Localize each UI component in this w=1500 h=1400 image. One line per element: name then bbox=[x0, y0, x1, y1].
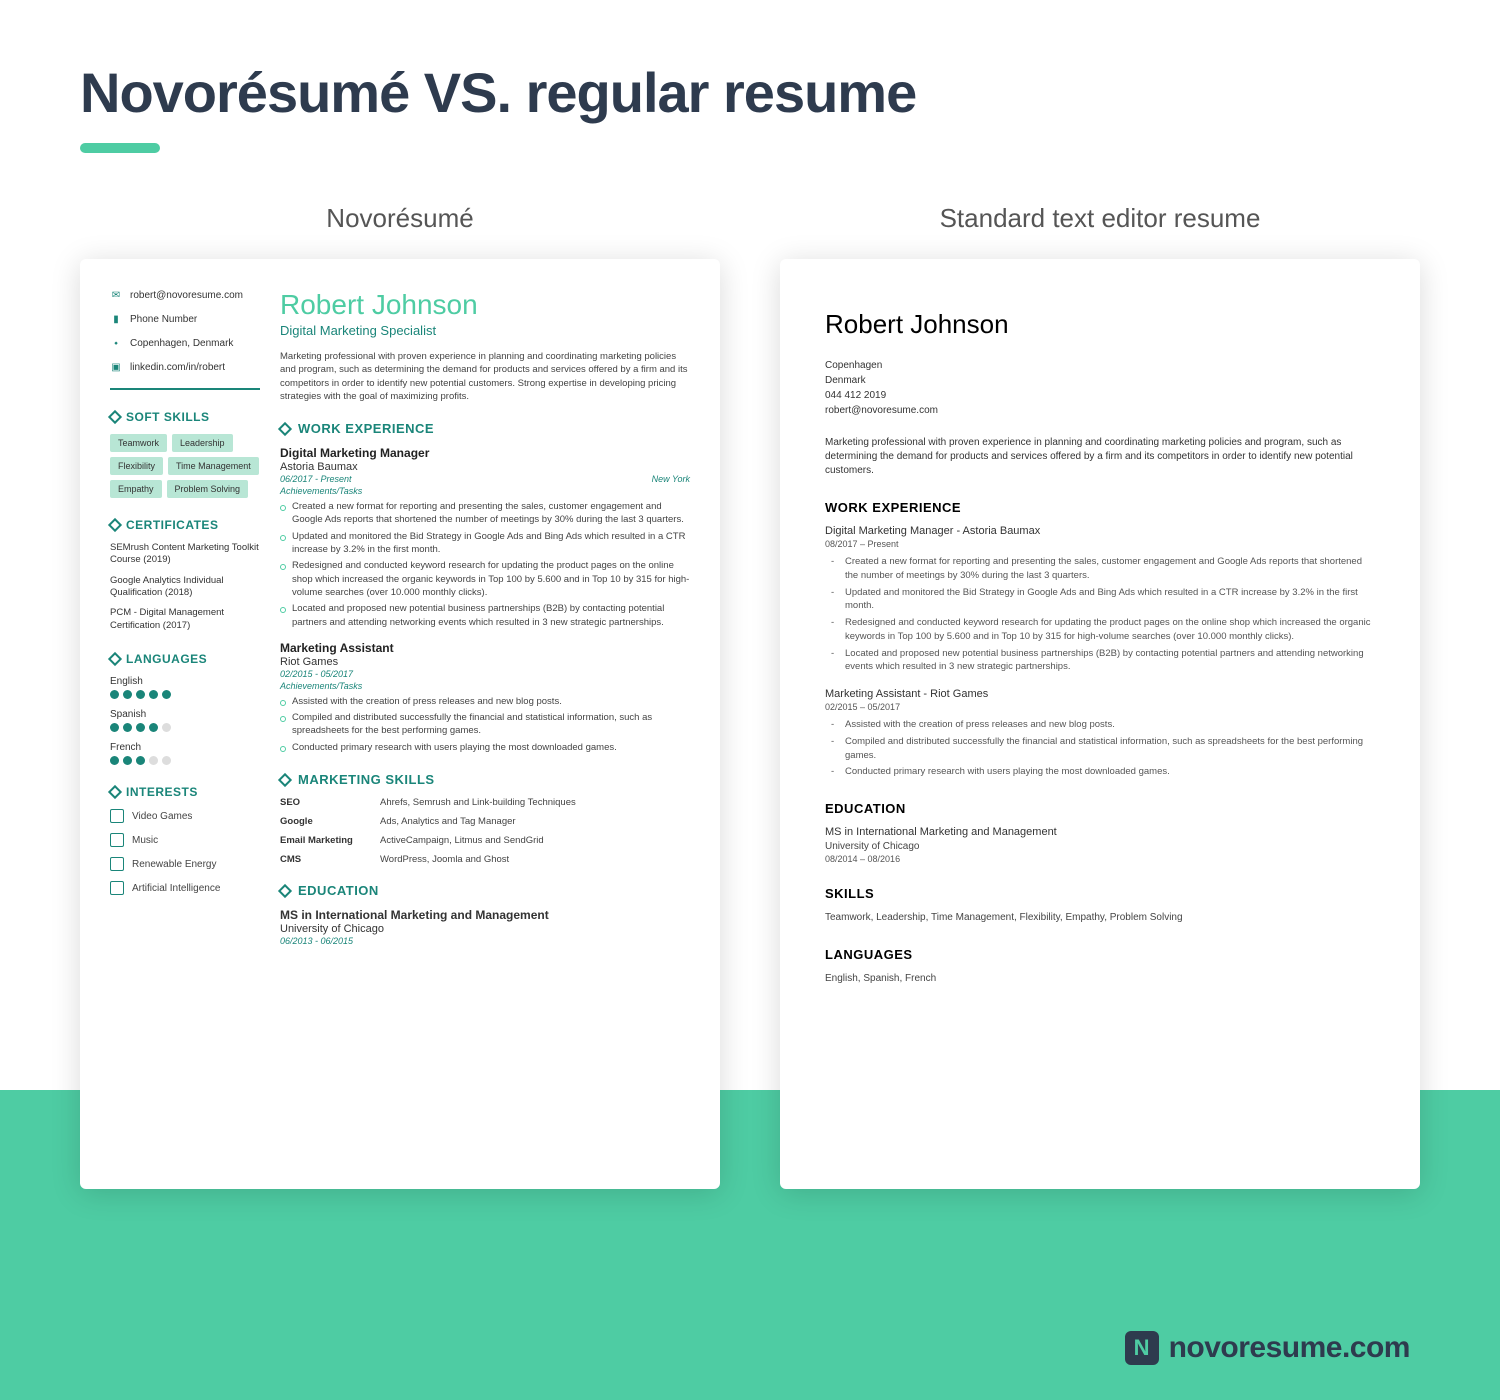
certificates-header: CERTIFICATES bbox=[110, 518, 260, 532]
skill-tag: Leadership bbox=[172, 434, 233, 452]
skill-tag: Time Management bbox=[168, 457, 259, 475]
std-bullets-2: Assisted with the creation of press rele… bbox=[825, 718, 1375, 779]
resume-role: Digital Marketing Specialist bbox=[280, 323, 690, 338]
novo-resume-card: ✉robert@novoresume.com ▮Phone Number ⬩Co… bbox=[80, 259, 720, 1189]
diamond-icon bbox=[108, 785, 122, 799]
std-summary: Marketing professional with proven exper… bbox=[825, 436, 1375, 478]
interest-item: Renewable Energy bbox=[110, 857, 260, 871]
std-lang-header: LANGUAGES bbox=[825, 947, 1375, 962]
diamond-icon bbox=[278, 422, 292, 436]
comparison-columns: Novorésumé ✉robert@novoresume.com ▮Phone… bbox=[80, 203, 1420, 1189]
diamond-icon bbox=[278, 772, 292, 786]
std-work-header: WORK EXPERIENCE bbox=[825, 500, 1375, 515]
std-column: Standard text editor resume Robert Johns… bbox=[780, 203, 1420, 1189]
std-contact: Copenhagen Denmark 044 412 2019 robert@n… bbox=[825, 358, 1375, 418]
cert-item: Google Analytics Individual Qualificatio… bbox=[110, 575, 260, 600]
novo-main: Robert Johnson Digital Marketing Special… bbox=[280, 289, 690, 946]
resume-name: Robert Johnson bbox=[280, 289, 690, 321]
lang-item: French bbox=[110, 742, 260, 765]
interest-icon bbox=[110, 809, 124, 823]
contact-linkedin: ▣linkedin.com/in/robert bbox=[110, 361, 260, 373]
soft-skills-tags: Teamwork Leadership Flexibility Time Manage… bbox=[110, 434, 260, 498]
linkedin-icon: ▣ bbox=[110, 361, 122, 373]
lang-item: English bbox=[110, 676, 260, 699]
interest-item: Music bbox=[110, 833, 260, 847]
novo-label: Novorésumé bbox=[80, 203, 720, 234]
contact-phone: ▮Phone Number bbox=[110, 313, 260, 325]
std-skills: Teamwork, Leadership, Time Management, F… bbox=[825, 911, 1375, 925]
logo-text: novoresume.com bbox=[1169, 1331, 1410, 1365]
skill-row: CMSWordPress, Joomla and Ghost bbox=[280, 854, 690, 865]
std-resume-card: Robert Johnson Copenhagen Denmark 044 41… bbox=[780, 259, 1420, 1189]
std-name: Robert Johnson bbox=[825, 309, 1375, 340]
logo-icon: N bbox=[1125, 1331, 1159, 1365]
footer-logo: N novoresume.com bbox=[1125, 1331, 1410, 1365]
contact-email: ✉robert@novoresume.com bbox=[110, 289, 260, 301]
interest-icon bbox=[110, 857, 124, 871]
std-edu-date: 08/2014 – 08/2016 bbox=[825, 854, 1375, 864]
std-label: Standard text editor resume bbox=[780, 203, 1420, 234]
edu-school: University of Chicago bbox=[280, 923, 690, 935]
mail-icon: ✉ bbox=[110, 289, 122, 301]
std-job1: Digital Marketing Manager - Astoria Baum… bbox=[825, 525, 1375, 537]
std-job2: Marketing Assistant - Riot Games bbox=[825, 688, 1375, 700]
languages-header: LANGUAGES bbox=[110, 652, 260, 666]
job-block: Digital Marketing ManagerAstoria Baumax0… bbox=[280, 446, 690, 629]
std-edu-school: University of Chicago bbox=[825, 840, 1375, 854]
mkt-skills-header: MARKETING SKILLS bbox=[280, 772, 690, 787]
skill-tag: Flexibility bbox=[110, 457, 163, 475]
diamond-icon bbox=[278, 883, 292, 897]
skill-tag: Teamwork bbox=[110, 434, 167, 452]
resume-summary: Marketing professional with proven exper… bbox=[280, 350, 690, 403]
job-block: Marketing AssistantRiot Games02/2015 - 0… bbox=[280, 641, 690, 754]
experience-list: Digital Marketing ManagerAstoria Baumax0… bbox=[280, 446, 690, 754]
std-langs: English, Spanish, French bbox=[825, 972, 1375, 986]
lang-item: Spanish bbox=[110, 709, 260, 732]
work-exp-header: WORK EXPERIENCE bbox=[280, 421, 690, 436]
main-container: Novorésumé VS. regular resume Novorésumé… bbox=[0, 0, 1500, 1229]
std-date2: 02/2015 – 05/2017 bbox=[825, 702, 1375, 712]
novo-sidebar: ✉robert@novoresume.com ▮Phone Number ⬩Co… bbox=[110, 289, 260, 946]
novo-column: Novorésumé ✉robert@novoresume.com ▮Phone… bbox=[80, 203, 720, 1189]
certificates-list: SEMrush Content Marketing Toolkit Course… bbox=[110, 542, 260, 632]
pin-icon: ⬩ bbox=[110, 337, 122, 349]
edu-dates: 06/2013 - 06/2015 bbox=[280, 936, 690, 946]
interest-icon bbox=[110, 881, 124, 895]
contact-location: ⬩Copenhagen, Denmark bbox=[110, 337, 260, 349]
interest-icon bbox=[110, 833, 124, 847]
skill-row: GoogleAds, Analytics and Tag Manager bbox=[280, 816, 690, 827]
cert-item: SEMrush Content Marketing Toolkit Course… bbox=[110, 542, 260, 567]
soft-skills-header: SOFT SKILLS bbox=[110, 410, 260, 424]
std-bullets-1: Created a new format for reporting and p… bbox=[825, 555, 1375, 674]
languages-list: English Spanish French bbox=[110, 676, 260, 765]
skill-tag: Problem Solving bbox=[167, 480, 249, 498]
std-skills-header: SKILLS bbox=[825, 886, 1375, 901]
skill-row: Email MarketingActiveCampaign, Litmus an… bbox=[280, 835, 690, 846]
mkt-skills-list: SEOAhrefs, Semrush and Link-building Tec… bbox=[280, 797, 690, 865]
interests-list: Video Games Music Renewable Energy Artifici… bbox=[110, 809, 260, 895]
interest-item: Video Games bbox=[110, 809, 260, 823]
accent-bar bbox=[80, 143, 160, 153]
interest-item: Artificial Intelligence bbox=[110, 881, 260, 895]
education-header: EDUCATION bbox=[280, 883, 690, 898]
diamond-icon bbox=[108, 652, 122, 666]
edu-degree: MS in International Marketing and Manage… bbox=[280, 908, 690, 922]
std-edu-header: EDUCATION bbox=[825, 801, 1375, 816]
skill-tag: Empathy bbox=[110, 480, 162, 498]
interests-header: INTERESTS bbox=[110, 785, 260, 799]
divider bbox=[110, 388, 260, 390]
skill-row: SEOAhrefs, Semrush and Link-building Tec… bbox=[280, 797, 690, 808]
std-edu-degree: MS in International Marketing and Manage… bbox=[825, 826, 1375, 838]
phone-icon: ▮ bbox=[110, 313, 122, 325]
page-title: Novorésumé VS. regular resume bbox=[80, 60, 1420, 125]
diamond-icon bbox=[108, 518, 122, 532]
cert-item: PCM - Digital Management Certification (… bbox=[110, 607, 260, 632]
std-date1: 08/2017 – Present bbox=[825, 539, 1375, 549]
diamond-icon bbox=[108, 410, 122, 424]
